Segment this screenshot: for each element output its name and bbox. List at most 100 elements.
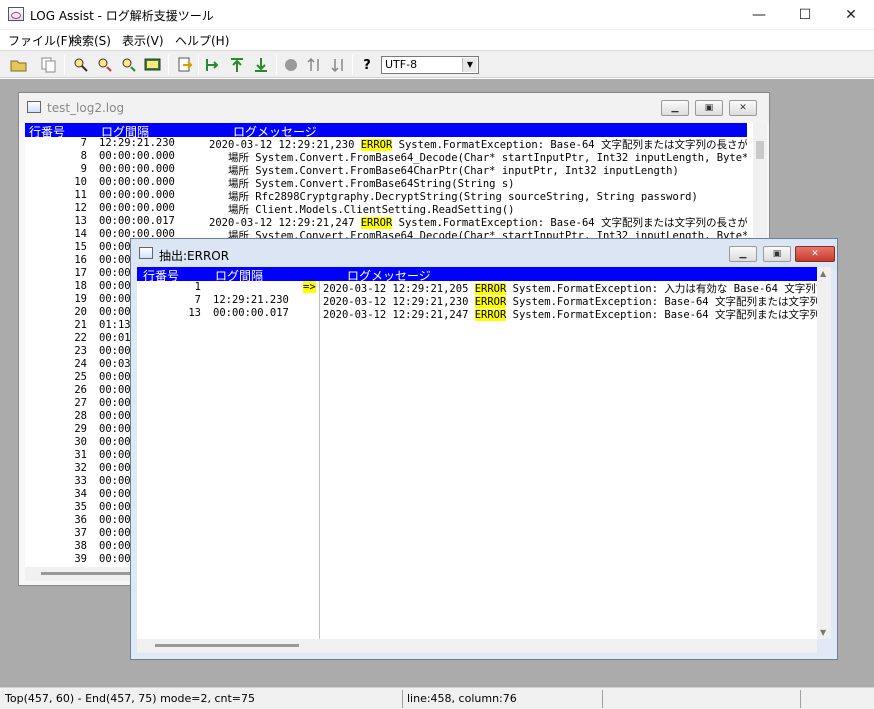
row-line-number: 12 [74, 202, 87, 214]
log-window-restore-button[interactable]: ▣ [695, 100, 723, 116]
log-scroll-thumb[interactable] [756, 141, 764, 159]
export-icon[interactable] [174, 54, 196, 76]
row-interval: 00:00 [99, 527, 131, 539]
filter-rows: 1 => 2020-03-12 12:29:21,205 ERROR System.… [137, 281, 817, 639]
row-line-number: 25 [74, 371, 87, 383]
table-row[interactable]: 9 00:00:00.000 場所 System.Convert.FromBase… [25, 163, 747, 177]
filter-window-titlebar[interactable]: 抽出:ERROR ▁ ▣ ✕ [131, 239, 837, 269]
row-line-number: 23 [74, 345, 87, 357]
table-row[interactable]: 13 00:00:00.017 2020-03-12 12:29:21,247 ER… [25, 215, 747, 229]
filter-list[interactable]: 行番号 ログ間隔 ログメッセージ 1 => 2020-03-12 12:29:21,… [137, 267, 817, 639]
row-line-number: 9 [80, 163, 87, 175]
table-row[interactable]: 7 12:29:21.230 2020-03-12 12:29:21,230 ERR… [137, 294, 817, 308]
find-prev-icon[interactable] [94, 54, 116, 76]
row-interval: 00:00 [99, 306, 131, 318]
record-icon[interactable] [280, 54, 302, 76]
log-hscroll-thumb[interactable] [41, 572, 131, 575]
row-interval: 00:00 [99, 241, 131, 253]
filter-list-header: 行番号 ログ間隔 ログメッセージ [137, 267, 817, 283]
row-line-number: 29 [74, 423, 87, 435]
table-row[interactable]: 11 00:00:00.000 場所 Rfc2898Cryptgraphy.Dec… [25, 189, 747, 203]
row-line-number: 36 [74, 514, 87, 526]
table-row[interactable]: 7 12:29:21.230 2020-03-12 12:29:21,230 ERR… [25, 137, 747, 151]
maximize-button[interactable]: ☐ [782, 0, 828, 30]
menu-file[interactable]: ファイル(F) [8, 32, 72, 49]
row-interval: 00:00:00.017 [213, 307, 289, 319]
row-line-number: 30 [74, 436, 87, 448]
row-interval: 00:00 [99, 293, 131, 305]
menu-bar: ファイル(F) 検索(S) 表示(V) ヘルプ(H) [0, 30, 874, 50]
filter-window[interactable]: 抽出:ERROR ▁ ▣ ✕ 行番号 ログ間隔 ログメッセージ 1 => 2020-… [130, 238, 838, 660]
row-interval: 12:29:21.230 [99, 137, 175, 149]
row-message-rest: System.FormatException: Base-64 文字配列または文… [506, 309, 817, 321]
scroll-down-icon[interactable]: ▼ [820, 628, 826, 637]
filter-window-restore-button[interactable]: ▣ [763, 246, 791, 262]
row-interval: 00:00 [99, 423, 131, 435]
row-line-number: 24 [74, 358, 87, 370]
filter-vertical-scrollbar[interactable]: ▲ ▼ [817, 267, 831, 639]
goto-line-icon[interactable] [202, 54, 224, 76]
log-window-titlebar[interactable]: test_log2.log ▁ ▣ ✕ [19, 93, 769, 123]
row-line-number: 20 [74, 306, 87, 318]
row-interval: 00:00 [99, 436, 131, 448]
window-title: LOG Assist - ログ解析支援ツール [30, 9, 214, 23]
row-line-number: 18 [74, 280, 87, 292]
error-level-badge: ERROR [474, 309, 507, 321]
prev-mark-icon[interactable] [304, 54, 326, 76]
row-interval: 00:00:00.000 [99, 163, 175, 175]
row-interval: 00:00 [99, 514, 131, 526]
toolbar: ? UTF-8 ▼ [0, 50, 874, 78]
row-interval: 00:00 [99, 462, 131, 474]
open-folder-icon[interactable] [8, 54, 30, 76]
next-mark-icon[interactable] [328, 54, 350, 76]
row-line-number: 26 [74, 384, 87, 396]
row-interval: 01:13 [99, 319, 131, 331]
filter-window-close-button[interactable]: ✕ [795, 246, 835, 262]
status-cursor: line:458, column:76 [407, 692, 517, 705]
search-icon[interactable] [70, 54, 92, 76]
table-row[interactable]: 8 00:00:00.000 場所 System.Convert.FromBase… [25, 150, 747, 164]
close-button[interactable]: ✕ [828, 0, 874, 30]
find-next-icon[interactable] [118, 54, 140, 76]
table-row[interactable]: 10 00:00:00.000 場所 System.Convert.FromBas… [25, 176, 747, 190]
scroll-up-icon[interactable]: ▲ [820, 269, 826, 278]
copy-icon[interactable] [38, 54, 60, 76]
row-line-number: 8 [80, 150, 87, 162]
row-line-number: 1 [194, 281, 201, 293]
menu-view[interactable]: 表示(V) [122, 32, 164, 49]
minimize-button[interactable]: — [736, 0, 782, 30]
row-line-number: 39 [74, 553, 87, 565]
log-window-icon [27, 101, 41, 113]
log-window-title: test_log2.log [47, 101, 125, 115]
row-interval: 00:00:00.000 [99, 202, 175, 214]
log-window-close-button[interactable]: ✕ [729, 100, 757, 116]
row-line-number: 35 [74, 501, 87, 513]
encoding-select[interactable]: UTF-8 ▼ [381, 56, 479, 74]
row-line-number: 22 [74, 332, 87, 344]
current-row-marker: => [303, 281, 316, 293]
jump-bottom-icon[interactable] [250, 54, 272, 76]
filter-hscroll-thumb[interactable] [155, 644, 299, 647]
app-icon [8, 7, 24, 21]
row-interval: 00:00 [99, 410, 131, 422]
table-row[interactable]: 12 00:00:00.000 場所 Client.Models.ClientSe… [25, 202, 747, 216]
menu-help[interactable]: ヘルプ(H) [175, 32, 229, 49]
menu-search[interactable]: 検索(S) [70, 32, 111, 49]
filter-window-icon [139, 247, 153, 259]
encoding-value: UTF-8 [385, 58, 418, 71]
row-interval: 00:00 [99, 397, 131, 409]
filter-horizontal-scrollbar[interactable] [137, 639, 817, 653]
filter-window-minimize-button[interactable]: ▁ [729, 246, 757, 262]
row-line-number: 33 [74, 475, 87, 487]
log-window-minimize-button[interactable]: ▁ [661, 100, 689, 116]
row-line-number: 13 [188, 307, 201, 319]
table-row[interactable]: 1 => 2020-03-12 12:29:21,205 ERROR System.… [137, 281, 817, 295]
jump-top-icon[interactable] [226, 54, 248, 76]
status-position: Top(457, 60) - End(457, 75) mode=2, cnt=… [5, 692, 256, 705]
row-message-text: 2020-03-12 12:29:21,247 [323, 309, 475, 321]
row-line-number: 7 [194, 294, 201, 306]
row-line-number: 31 [74, 449, 87, 461]
table-row[interactable]: 13 00:00:00.017 2020-03-12 12:29:21,247 ER… [137, 307, 817, 321]
filter-window-icon[interactable] [142, 54, 164, 76]
help-icon[interactable]: ? [356, 54, 378, 76]
